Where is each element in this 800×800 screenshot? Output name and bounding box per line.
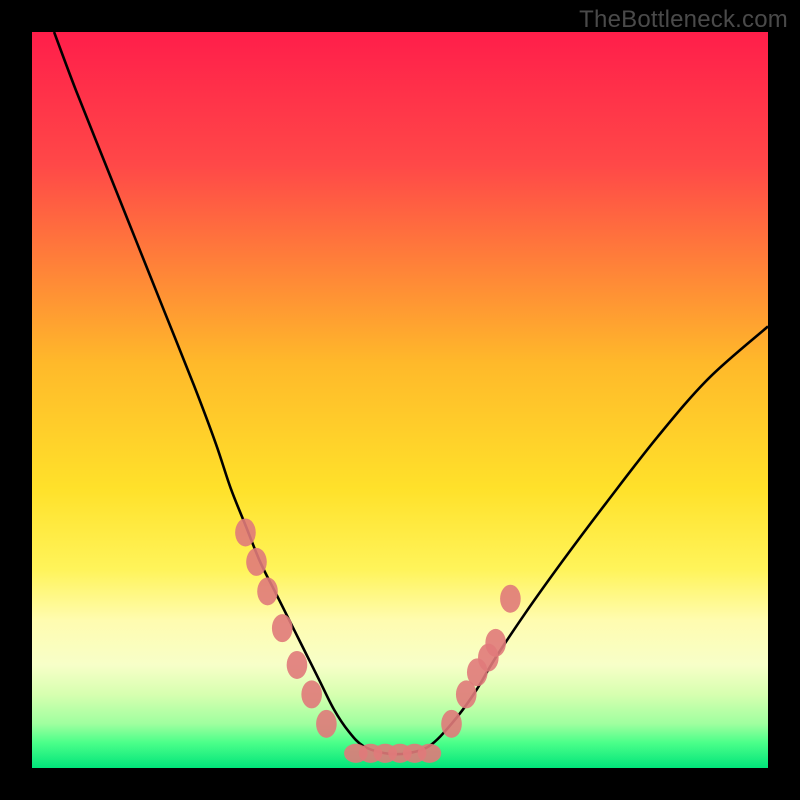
- plot-area: [32, 32, 768, 768]
- highlight-dots: [32, 32, 768, 768]
- watermark-text: TheBottleneck.com: [579, 6, 788, 34]
- chart-frame: TheBottleneck.com: [0, 0, 800, 800]
